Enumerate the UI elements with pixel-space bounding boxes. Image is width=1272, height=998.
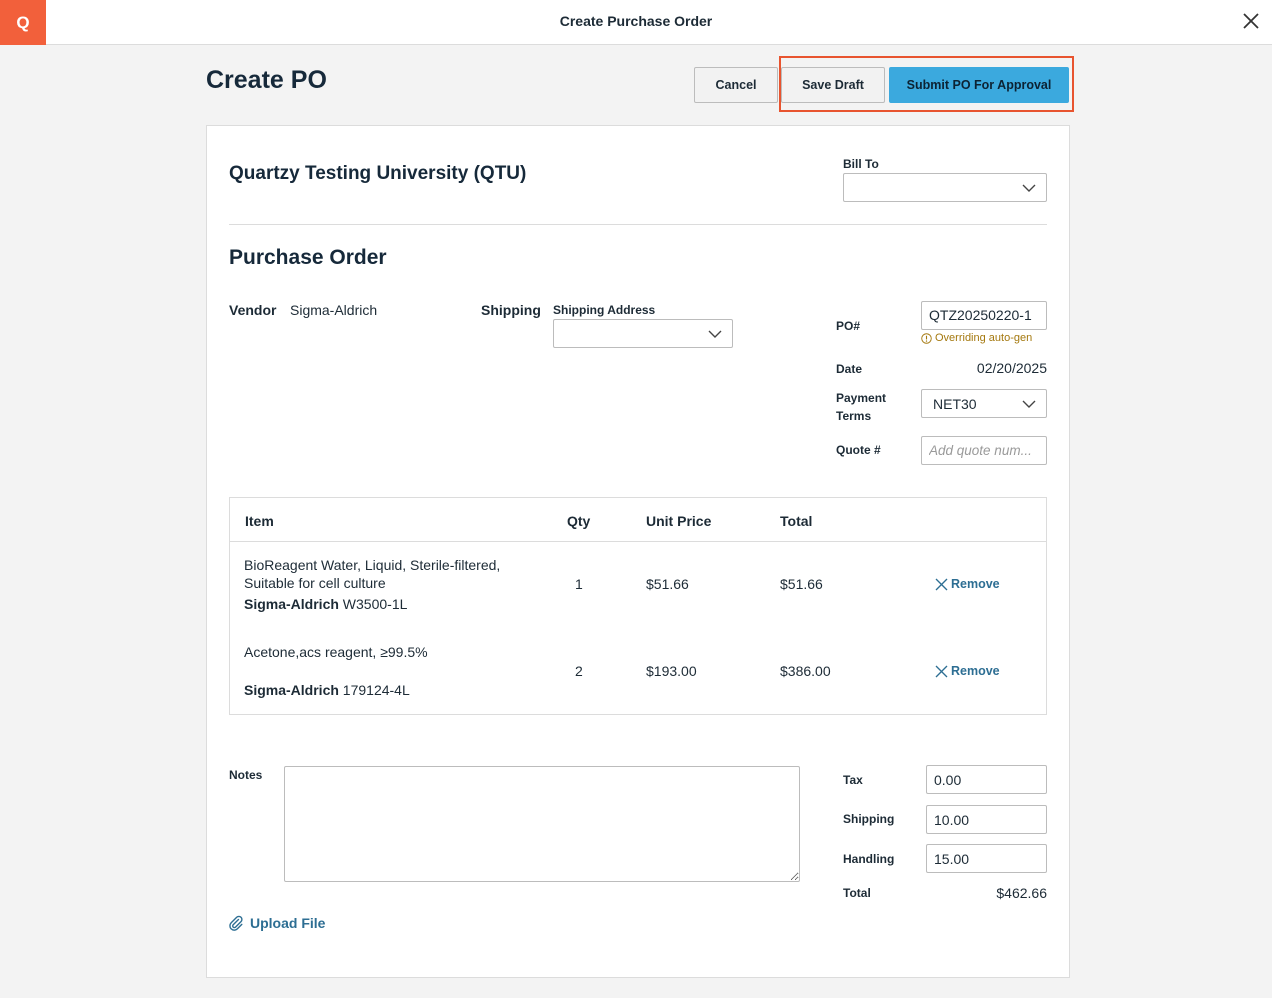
item-unit-price: $193.00 bbox=[646, 663, 697, 679]
item-unit-price: $51.66 bbox=[646, 576, 689, 592]
column-header-qty: Qty bbox=[567, 513, 591, 529]
po-number-input[interactable]: QTZ20250220-1 bbox=[921, 301, 1047, 330]
item-catalog-number: 179124-4L bbox=[342, 682, 410, 698]
override-text: Overriding auto-gen bbox=[935, 332, 1033, 344]
line-items-table: Item Qty Unit Price Total BioReagent Wat… bbox=[229, 497, 1047, 715]
upload-file-label: Upload File bbox=[250, 915, 326, 931]
upload-file-link[interactable]: Upload File bbox=[229, 915, 325, 931]
remove-item-button[interactable]: Remove bbox=[935, 664, 1000, 678]
remove-label: Remove bbox=[951, 664, 1000, 678]
vendor-label: Vendor bbox=[229, 302, 277, 318]
item-total: $51.66 bbox=[780, 576, 823, 592]
payment-terms-value: NET30 bbox=[933, 396, 977, 412]
order-total-value: $462.66 bbox=[996, 885, 1047, 901]
chevron-down-icon bbox=[708, 330, 722, 338]
paperclip-icon bbox=[229, 915, 243, 931]
chevron-down-icon bbox=[1022, 400, 1036, 408]
column-header-total: Total bbox=[780, 513, 813, 529]
page-title: Create PO bbox=[206, 66, 327, 94]
organization-name: Quartzy Testing University (QTU) bbox=[229, 163, 527, 184]
remove-label: Remove bbox=[951, 577, 1000, 591]
top-bar: Q Create Purchase Order bbox=[0, 0, 1272, 45]
item-name: Acetone,acs reagent, ≥99.5% bbox=[244, 644, 428, 660]
column-header-item: Item bbox=[245, 513, 274, 529]
close-icon bbox=[935, 665, 948, 677]
payment-terms-select[interactable]: NET30 bbox=[921, 389, 1047, 418]
shipping-address-label: Shipping Address bbox=[553, 303, 656, 317]
chevron-down-icon bbox=[1022, 184, 1036, 192]
close-icon bbox=[935, 578, 948, 590]
submit-po-button[interactable]: Submit PO For Approval bbox=[889, 67, 1069, 103]
item-total: $386.00 bbox=[780, 663, 831, 679]
tax-input[interactable] bbox=[926, 765, 1047, 794]
payment-terms-label: Payment Terms bbox=[836, 391, 887, 423]
item-name: BioReagent Water, Liquid, Sterile-filter… bbox=[244, 557, 501, 591]
date-label: Date bbox=[836, 362, 863, 376]
cancel-button[interactable]: Cancel bbox=[694, 67, 778, 103]
date-value: 02/20/2025 bbox=[976, 360, 1047, 376]
purchase-order-heading: Purchase Order bbox=[229, 246, 387, 269]
item-qty: 1 bbox=[575, 576, 583, 592]
shipping-cost-input[interactable] bbox=[926, 805, 1047, 834]
item-catalog-number: W3500-1L bbox=[342, 596, 408, 612]
remove-item-button[interactable]: Remove bbox=[935, 577, 1000, 591]
po-number-label: PO# bbox=[836, 319, 861, 333]
shipping-label: Shipping bbox=[481, 302, 541, 318]
handling-input[interactable] bbox=[926, 844, 1047, 873]
close-icon[interactable] bbox=[1240, 10, 1262, 32]
item-vendor: Sigma-Aldrich bbox=[244, 596, 339, 612]
shipping-cost-label: Shipping bbox=[843, 812, 895, 826]
item-vendor-line: Sigma-Aldrich W3500-1L bbox=[244, 596, 407, 612]
handling-label: Handling bbox=[843, 852, 895, 866]
bill-to-label: Bill To bbox=[843, 157, 879, 171]
quote-number-input[interactable] bbox=[921, 436, 1047, 465]
item-qty: 2 bbox=[575, 663, 583, 679]
tax-label: Tax bbox=[843, 773, 863, 787]
quote-label: Quote # bbox=[836, 443, 881, 457]
vendor-value: Sigma-Aldrich bbox=[290, 302, 378, 318]
item-vendor: Sigma-Aldrich bbox=[244, 682, 339, 698]
warning-icon bbox=[921, 332, 932, 344]
table-header-divider bbox=[230, 541, 1046, 542]
po-form-card: Quartzy Testing University (QTU) Bill To… bbox=[206, 125, 1070, 978]
override-warning: Overriding auto-gen bbox=[921, 332, 1032, 344]
shipping-address-select[interactable] bbox=[553, 319, 733, 348]
item-vendor-line: Sigma-Aldrich 179124-4L bbox=[244, 682, 410, 698]
column-header-unit-price: Unit Price bbox=[646, 513, 712, 529]
modal-title: Create Purchase Order bbox=[559, 13, 713, 29]
notes-textarea[interactable] bbox=[284, 766, 800, 882]
total-label: Total bbox=[843, 886, 871, 900]
section-divider bbox=[229, 224, 1047, 225]
notes-label: Notes bbox=[229, 768, 263, 782]
save-draft-button[interactable]: Save Draft bbox=[781, 67, 885, 103]
bill-to-select[interactable] bbox=[843, 173, 1047, 202]
